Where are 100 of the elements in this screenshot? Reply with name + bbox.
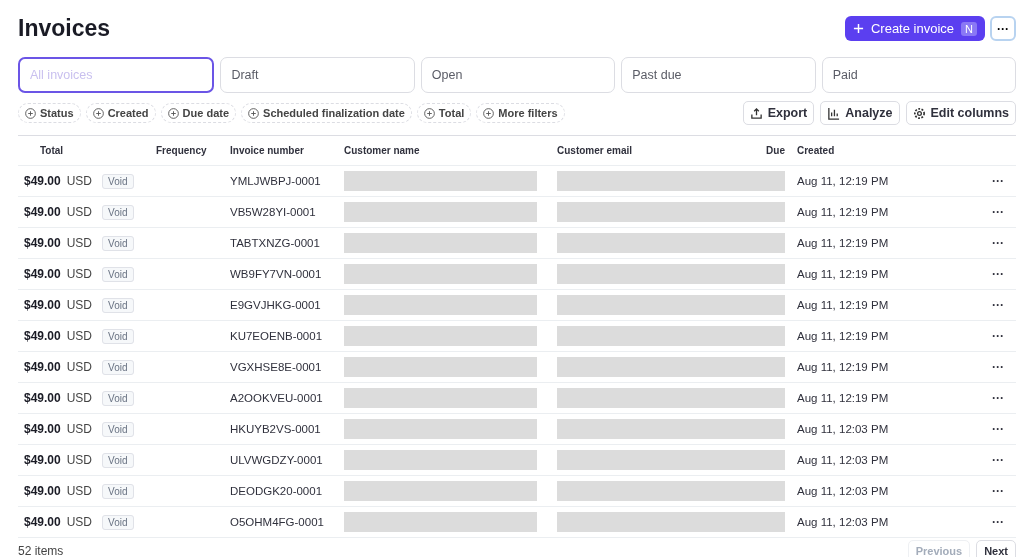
status-badge: Void [102,236,134,251]
status-badge: Void [102,267,134,282]
column-header: Created [791,135,986,166]
invoice-number-cell: VGXHSE8E-0001 [224,351,338,383]
item-count: 52 items [18,544,64,557]
created-cell: Aug 11, 12:19 PM [791,382,986,414]
amount-text: $49.00 [24,515,61,529]
created-cell: Aug 11, 12:19 PM [791,289,986,321]
create-invoice-button[interactable]: Create invoice N [844,16,985,41]
column-header: Total [18,135,150,166]
settings-icon [912,106,926,120]
column-header: Customer name [338,135,551,166]
next-button[interactable]: Next [976,540,1016,557]
row-menu-button[interactable]: ··· [992,174,1004,188]
page-title: Invoices [18,15,111,42]
status-tab[interactable]: Open [420,57,616,93]
invoice-number-cell: DEODGK20-0001 [224,475,338,507]
currency-text: USD [66,174,93,188]
column-header: Customer email [551,135,711,166]
bar-chart-icon [827,106,841,120]
row-menu-button[interactable]: ··· [992,515,1004,529]
filter-chip[interactable]: Scheduled finalization date [241,103,412,123]
invoice-number-cell: YMLJWBPJ-0001 [224,165,338,197]
filter-chip[interactable]: More filters [476,103,565,123]
plus-circle-icon [248,107,260,119]
status-badge: Void [102,329,134,344]
currency-text: USD [66,329,93,343]
status-badge: Void [102,422,134,437]
created-cell: Aug 11, 12:03 PM [791,413,986,445]
invoice-number-cell: VB5W28YI-0001 [224,196,338,228]
created-cell: Aug 11, 12:03 PM [791,475,986,507]
currency-text: USD [66,205,93,219]
created-cell: Aug 11, 12:03 PM [791,506,986,538]
filter-chip[interactable]: Total [416,103,472,123]
column-header: Invoice number [224,135,338,166]
status-badge: Void [102,515,134,530]
amount-text: $49.00 [24,298,61,312]
columns-button[interactable]: Edit columns [905,101,1016,125]
export-icon [749,106,763,120]
column-header: Due [711,135,791,166]
currency-text: USD [66,236,93,250]
invoice-number-cell: WB9FY7VN-0001 [224,258,338,290]
row-menu-button[interactable]: ··· [992,453,1004,467]
currency-text: USD [66,484,93,498]
created-cell: Aug 11, 12:19 PM [791,165,986,197]
status-tab[interactable]: Draft [220,57,415,93]
invoice-number-cell: O5OHM4FG-0001 [224,506,338,538]
currency-text: USD [66,515,93,529]
analyze-button[interactable]: Analyze [820,101,900,125]
more-button[interactable]: ··· [990,16,1016,41]
created-cell: Aug 11, 12:03 PM [791,444,986,476]
status-badge: Void [102,298,134,313]
row-menu-button[interactable]: ··· [992,484,1004,498]
filter-chip[interactable]: Status [18,103,81,123]
currency-text: USD [66,391,93,405]
created-cell: Aug 11, 12:19 PM [791,196,986,228]
row-menu-button[interactable]: ··· [992,205,1004,219]
status-badge: Void [102,360,134,375]
row-menu-button[interactable]: ··· [992,236,1004,250]
plus-circle-icon [167,107,179,119]
amount-text: $49.00 [24,329,61,343]
created-cell: Aug 11, 12:19 PM [791,351,986,383]
status-badge: Void [102,484,134,499]
currency-text: USD [66,453,93,467]
status-badge: Void [102,174,134,189]
row-menu-button[interactable]: ··· [992,360,1004,374]
invoice-number-cell: TABTXNZG-0001 [224,227,338,259]
status-badge: Void [102,453,134,468]
plus-icon [852,23,864,34]
amount-text: $49.00 [24,236,61,250]
row-menu-button[interactable]: ··· [992,267,1004,281]
currency-text: USD [66,267,93,281]
amount-text: $49.00 [24,484,61,498]
status-badge: Void [102,391,134,406]
plus-circle-icon [423,107,435,119]
amount-text: $49.00 [24,391,61,405]
created-cell: Aug 11, 12:19 PM [791,320,986,352]
row-menu-button[interactable]: ··· [992,298,1004,312]
amount-text: $49.00 [24,422,61,436]
amount-text: $49.00 [24,205,61,219]
amount-text: $49.00 [24,174,61,188]
column-header: Frequency [150,135,224,166]
amount-text: $49.00 [24,267,61,281]
status-tab[interactable]: Past due [621,57,816,93]
invoice-number-cell: ULVWGDZY-0001 [224,444,338,476]
currency-text: USD [66,422,93,436]
row-menu-button[interactable]: ··· [992,422,1004,436]
export-button[interactable]: Export [742,101,815,125]
status-tab[interactable]: Paid [821,57,1017,93]
filter-chip[interactable]: Created [85,103,156,123]
invoice-number-cell: KU7EOENB-0001 [224,320,338,352]
created-cell: Aug 11, 12:19 PM [791,227,986,259]
amount-text: $49.00 [24,453,61,467]
created-cell: Aug 11, 12:19 PM [791,258,986,290]
invoice-number-cell: A2OOKVEU-0001 [224,382,338,414]
currency-text: USD [66,298,93,312]
row-menu-button[interactable]: ··· [992,391,1004,405]
amount-text: $49.00 [24,360,61,374]
row-menu-button[interactable]: ··· [992,329,1004,343]
filter-chip[interactable]: Due date [160,103,237,123]
